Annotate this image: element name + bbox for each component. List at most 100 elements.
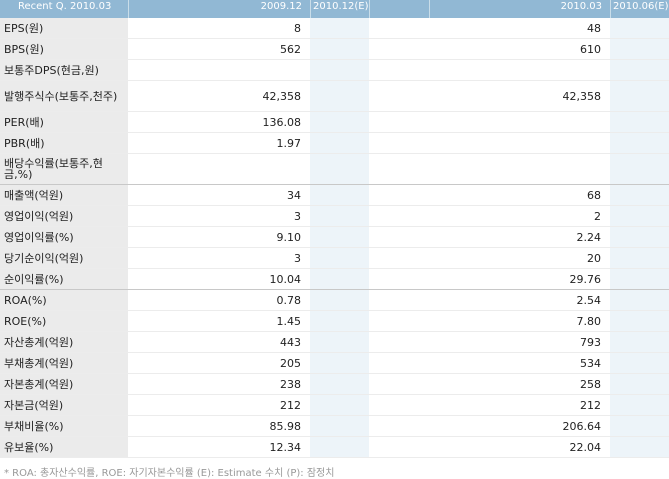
value-blank — [369, 269, 429, 289]
table-row: 유보율(%) 12.34 22.04 — [0, 437, 669, 458]
value-annual-estimate — [310, 60, 369, 80]
value-blank — [369, 374, 429, 394]
table-header: Recent Q. 2010.03 2009.12 2010.12(E) 201… — [0, 0, 669, 18]
row-label: 영업이익률(%) — [0, 227, 128, 247]
value-quarter: 2.24 — [576, 230, 602, 244]
value-annual: 3 — [294, 209, 301, 223]
value-blank — [369, 227, 429, 247]
value-annual: 1.97 — [276, 136, 302, 150]
value-quarter: 20 — [587, 251, 601, 265]
value-annual: 136.08 — [262, 115, 302, 129]
value-quarter-estimate — [610, 395, 669, 415]
table-row: ROA(%) 0.78 2.54 — [0, 290, 669, 311]
table-row: 부채총계(억원) 205 534 — [0, 353, 669, 374]
value-quarter-estimate — [610, 18, 669, 38]
value-blank — [369, 81, 429, 111]
value-blank — [369, 185, 429, 205]
value-annual: 212 — [280, 398, 301, 412]
value-annual-estimate — [310, 269, 369, 289]
table-row: PER(배) 136.08 — [0, 112, 669, 133]
table-row: 당기순이익(억원) 3 20 — [0, 248, 669, 269]
row-label: 부채총계(억원) — [0, 353, 128, 373]
row-label: 부채비율(%) — [0, 416, 128, 436]
row-label: 자산총계(억원) — [0, 332, 128, 352]
value-annual — [128, 60, 310, 80]
value-annual-estimate — [310, 154, 369, 184]
value-annual-estimate — [310, 311, 369, 331]
row-label: 자본금(억원) — [0, 395, 128, 415]
header-col-annual-estimate: 2010.12(E) — [310, 0, 369, 18]
row-label: 자본총계(억원) — [0, 374, 128, 394]
table-row: 자본총계(억원) 238 258 — [0, 374, 669, 395]
table-row: 영업이익률(%) 9.10 2.24 — [0, 227, 669, 248]
value-annual-estimate — [310, 437, 369, 457]
value-quarter — [429, 60, 610, 80]
value-annual-estimate — [310, 395, 369, 415]
value-blank — [369, 353, 429, 373]
row-label: BPS(원) — [0, 39, 128, 59]
value-quarter: 42,358 — [562, 89, 602, 103]
value-quarter-estimate — [610, 81, 669, 111]
value-quarter-estimate — [610, 290, 669, 310]
value-quarter-estimate — [610, 332, 669, 352]
row-label: ROA(%) — [0, 290, 128, 310]
value-annual-estimate — [310, 133, 369, 153]
value-annual: 3 — [294, 251, 301, 265]
value-blank — [369, 248, 429, 268]
row-label: ROE(%) — [0, 311, 128, 331]
table-row: 부채비율(%) 85.98 206.64 — [0, 416, 669, 437]
value-annual: 0.78 — [276, 293, 302, 307]
value-quarter: 610 — [580, 42, 601, 56]
header-col-annual-actual: 2009.12 — [128, 0, 310, 18]
header-period-label: Recent Q. 2010.03 — [18, 1, 112, 12]
value-annual: 443 — [280, 335, 301, 349]
value-blank — [369, 416, 429, 436]
value-annual: 205 — [280, 356, 301, 370]
value-quarter: 29.76 — [569, 272, 602, 286]
value-annual-estimate — [310, 416, 369, 436]
value-quarter-estimate — [610, 353, 669, 373]
value-quarter-estimate — [610, 60, 669, 80]
financial-table: EPS(원) 8 48 BPS(원) 562 610 보통주DPS(현금,원) … — [0, 18, 669, 458]
value-quarter — [429, 154, 610, 184]
value-quarter-estimate — [610, 416, 669, 436]
value-quarter-estimate — [610, 269, 669, 289]
value-blank — [369, 39, 429, 59]
value-annual-estimate — [310, 185, 369, 205]
value-quarter — [429, 112, 610, 132]
value-quarter: 206.64 — [562, 419, 602, 433]
table-row: 순이익률(%) 10.04 29.76 — [0, 269, 669, 290]
value-annual: 9.10 — [276, 230, 302, 244]
value-blank — [369, 112, 429, 132]
value-quarter: 48 — [587, 21, 601, 35]
header-col-quarter-estimate: 2010.06(E) — [610, 0, 669, 18]
table-row: 배당수익률(보통주,현금,%) — [0, 154, 669, 185]
table-row: 자본금(억원) 212 212 — [0, 395, 669, 416]
table-row: 매출액(억원) 34 68 — [0, 185, 669, 206]
row-label: 당기순이익(억원) — [0, 248, 128, 268]
value-quarter-estimate — [610, 248, 669, 268]
value-quarter-estimate — [610, 185, 669, 205]
row-label: 영업이익(억원) — [0, 206, 128, 226]
table-row: ROE(%) 1.45 7.80 — [0, 311, 669, 332]
table-row: 보통주DPS(현금,원) — [0, 60, 669, 81]
row-label: 보통주DPS(현금,원) — [0, 60, 128, 80]
table-row: 자산총계(억원) 443 793 — [0, 332, 669, 353]
value-quarter-estimate — [610, 112, 669, 132]
value-annual-estimate — [310, 374, 369, 394]
value-quarter: 22.04 — [569, 440, 602, 454]
value-annual-estimate — [310, 206, 369, 226]
value-quarter: 258 — [580, 377, 601, 391]
value-blank — [369, 154, 429, 184]
value-quarter: 2.54 — [576, 293, 602, 307]
row-label: EPS(원) — [0, 18, 128, 38]
value-annual: 34 — [287, 188, 301, 202]
value-quarter: 2 — [594, 209, 601, 223]
value-annual-estimate — [310, 353, 369, 373]
value-quarter: 534 — [580, 356, 601, 370]
table-row: 영업이익(억원) 3 2 — [0, 206, 669, 227]
table-row: PBR(배) 1.97 — [0, 133, 669, 154]
value-annual-estimate — [310, 18, 369, 38]
value-blank — [369, 311, 429, 331]
value-annual: 8 — [294, 21, 301, 35]
